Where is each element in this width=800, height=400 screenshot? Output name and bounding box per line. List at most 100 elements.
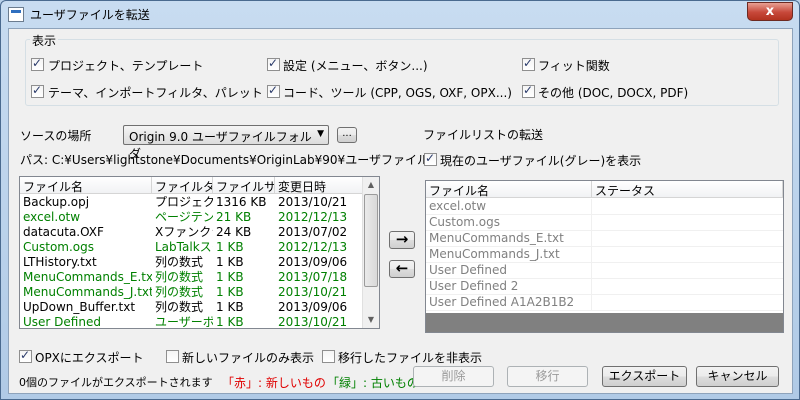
app-icon xyxy=(8,7,24,22)
cell-filename: Backup.opj xyxy=(23,195,90,209)
cell-status xyxy=(592,231,783,246)
checkbox-code-tools[interactable] xyxy=(267,83,280,98)
cell-filesize: 1 KB xyxy=(216,255,244,269)
checkbox-fit-functions[interactable] xyxy=(522,56,535,71)
transfer-right-button[interactable]: → xyxy=(389,231,415,249)
transfer-left-button[interactable]: ← xyxy=(389,260,415,278)
cell-modified: 2013/10/21 xyxy=(278,285,348,299)
migrate-button[interactable]: 移行 xyxy=(507,366,588,387)
source-list-scrollbar[interactable]: ▲ ▼ xyxy=(362,177,379,328)
delete-button[interactable]: 削除 xyxy=(413,366,494,387)
cell-filesize: 1 KB xyxy=(216,285,244,299)
column-header-filename[interactable]: ファイル名 xyxy=(426,181,592,198)
table-row[interactable]: excel.otw ページテンプレート21 KB 2012/12/13 xyxy=(20,210,364,225)
table-row[interactable]: MenuCommands_E.txt 列の数式 1 KB 2013/07/18 xyxy=(20,270,364,285)
cell-filename: MenuCommands_E.txt xyxy=(23,270,152,284)
hide-migrated-label: 移行したファイルを非表示 xyxy=(338,351,483,365)
cell-filename: Custom.ogs xyxy=(23,240,94,254)
table-row[interactable]: User Defined xyxy=(426,263,783,279)
column-header-status[interactable]: ステータス xyxy=(592,181,783,198)
cell-filesize: 1316 KB xyxy=(216,195,267,209)
chevron-down-icon: ▼ xyxy=(317,129,324,139)
cell-status xyxy=(592,279,783,294)
source-location-label: ソースの場所 xyxy=(20,129,92,143)
source-location-select[interactable]: Origin 9.0 ユーザファイルフォルダ ▼ xyxy=(123,125,329,161)
cell-status xyxy=(592,295,783,310)
cell-filetype: 列の数式 xyxy=(155,300,204,314)
legend-green: 「緑」: 古いもの xyxy=(327,376,419,390)
table-row[interactable]: Custom.ogs xyxy=(426,215,783,231)
scroll-up-icon[interactable]: ▲ xyxy=(363,177,379,193)
column-header-filesize[interactable]: ファイルサイズ xyxy=(213,177,275,194)
dialog-window: ユーザファイルを転送 x 表示 プロジェクト、テンプレート 設定 (メニュー、ボ… xyxy=(0,0,800,400)
table-row[interactable]: User Defined ユーザーボタン1 KB 2013/10/21 xyxy=(20,315,364,329)
cell-filesize: 1 KB xyxy=(216,240,244,254)
table-row[interactable]: User Defined 2 xyxy=(426,279,783,295)
table-row[interactable]: Backup.opj プロジェクト1316 KB 2013/10/21 xyxy=(20,195,364,210)
cell-filetype: 列の数式 xyxy=(155,285,204,299)
source-file-list[interactable]: ファイル名 ファイルタイプ ファイルサイズ 変更日時 Backup.opj プロジ… xyxy=(19,176,380,329)
dialog-client: 表示 プロジェクト、テンプレート 設定 (メニュー、ボタン...) フィット関数… xyxy=(8,28,793,394)
checkbox-new-only[interactable] xyxy=(166,350,179,363)
cell-modified: 2013/10/21 xyxy=(278,315,348,329)
transfer-list-header: ファイル名 ステータス xyxy=(426,181,783,198)
transfer-list-empty-area xyxy=(426,313,783,332)
cancel-button[interactable]: キャンセル xyxy=(696,366,779,387)
cell-filetype: ユーザーボタン xyxy=(155,315,213,329)
cell-filename: User Defined 2 xyxy=(426,279,592,294)
column-header-modified[interactable]: 変更日時 xyxy=(275,177,364,194)
browse-button[interactable]: ... xyxy=(337,127,357,143)
title-bar[interactable]: ユーザファイルを転送 x xyxy=(1,1,799,27)
cell-modified: 2013/09/06 xyxy=(278,255,348,269)
checkbox-hide-migrated[interactable] xyxy=(322,350,335,363)
cell-status xyxy=(592,215,783,230)
checkbox-show-current[interactable] xyxy=(424,151,437,166)
checkbox-projects-templates[interactable] xyxy=(31,56,44,71)
export-count-status: 0個のファイルがエクスポートされます xyxy=(19,376,213,389)
checkbox-label: プロジェクト、テンプレート xyxy=(48,59,204,73)
column-header-filetype[interactable]: ファイルタイプ xyxy=(152,177,213,194)
cell-modified: 2012/12/13 xyxy=(278,240,348,254)
cell-filename: datacuta.OXF xyxy=(23,225,104,239)
scroll-thumb[interactable] xyxy=(364,194,378,287)
table-row[interactable]: LTHistory.txt 列の数式 1 KB 2013/09/06 xyxy=(20,255,364,270)
close-button[interactable]: x xyxy=(747,2,793,21)
checkbox-label: コード、ツール (CPP, OGS, OXF, OPX...) xyxy=(283,86,512,100)
checkbox-label: 設定 (メニュー、ボタン...) xyxy=(283,59,428,73)
cell-filetype: 列の数式 xyxy=(155,255,204,269)
cell-filetype: プロジェクト xyxy=(155,195,213,209)
table-row[interactable]: MenuCommands_E.txt xyxy=(426,231,783,247)
show-current-label: 現在のユーザファイル(グレー)を表示 xyxy=(440,154,642,168)
checkbox-label: その他 (DOC, DOCX, PDF) xyxy=(538,86,689,100)
checkbox-label: テーマ、インポートフィルタ、パレット xyxy=(48,86,263,100)
cell-modified: 2012/12/13 xyxy=(278,210,348,224)
cell-filetype: Xファンクション xyxy=(155,225,213,239)
export-button[interactable]: エクスポート xyxy=(602,366,687,387)
cell-filesize: 1 KB xyxy=(216,315,244,329)
checkbox-others[interactable] xyxy=(522,83,535,98)
transfer-list-label: ファイルリストの転送 xyxy=(423,128,544,142)
table-row[interactable]: User Defined A1A2B1B2 xyxy=(426,295,783,311)
table-row[interactable]: excel.otw xyxy=(426,199,783,215)
cell-filename: User Defined xyxy=(23,315,101,329)
checkbox-settings[interactable] xyxy=(267,56,280,71)
window-title: ユーザファイルを転送 xyxy=(30,8,150,22)
checkbox-export-opx[interactable] xyxy=(19,348,32,363)
source-path: パス: C:¥Users¥lightstone¥Documents¥Origin… xyxy=(20,153,437,167)
checkbox-themes-filters[interactable] xyxy=(31,83,44,98)
cell-status xyxy=(592,247,783,262)
cell-filename: excel.otw xyxy=(23,210,81,224)
display-group-title: 表示 xyxy=(30,32,59,49)
table-row[interactable]: MenuCommands_J.txt xyxy=(426,247,783,263)
scroll-down-icon[interactable]: ▼ xyxy=(363,312,379,328)
table-row[interactable]: MenuCommands_J.txt 列の数式 1 KB 2013/10/21 xyxy=(20,285,364,300)
source-list-header: ファイル名 ファイルタイプ ファイルサイズ 変更日時 xyxy=(20,177,364,194)
table-row[interactable]: UpDown_Buffer.txt 列の数式 1 KB 2013/09/06 xyxy=(20,300,364,315)
transfer-file-list[interactable]: ファイル名 ステータス excel.otw Custom.ogs MenuComma… xyxy=(425,180,784,333)
table-row[interactable]: datacuta.OXF Xファンクション24 KB 2013/07/02 xyxy=(20,225,364,240)
column-header-filename[interactable]: ファイル名 xyxy=(20,177,152,194)
cell-filename: LTHistory.txt xyxy=(23,255,97,269)
cell-filename: UpDown_Buffer.txt xyxy=(23,300,136,314)
table-row[interactable]: Custom.ogs LabTalkスクリプト1 KB 2012/12/13 xyxy=(20,240,364,255)
cell-modified: 2013/07/18 xyxy=(278,270,348,284)
